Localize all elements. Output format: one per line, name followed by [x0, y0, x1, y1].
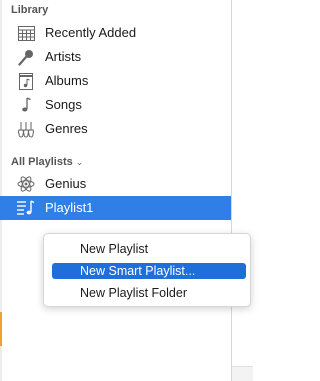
- music-note-icon: [17, 96, 35, 114]
- all-playlists-section-title[interactable]: All Playlists ⌄: [11, 156, 83, 168]
- chevron-down-icon: ⌄: [75, 156, 84, 167]
- sidebar-item-genres[interactable]: Genres: [0, 117, 231, 141]
- menu-item-new-smart-playlist[interactable]: New Smart Playlist...: [52, 263, 246, 279]
- main-content-pane: [232, 0, 253, 381]
- left-edge-accent: [0, 312, 2, 346]
- menu-item-new-playlist[interactable]: New Playlist: [52, 241, 246, 257]
- sidebar-item-label: Artists: [45, 49, 82, 64]
- guitars-icon: [17, 120, 35, 138]
- microphone-icon: [17, 48, 35, 66]
- sidebar-item-playlist1[interactable]: Playlist1: [0, 196, 231, 220]
- sidebar-item-songs[interactable]: Songs: [0, 93, 231, 117]
- sidebar-item-label: Albums: [45, 73, 89, 88]
- sidebar: Library Recently Added Artists Albums So…: [0, 0, 231, 381]
- library-section-title: Library: [11, 4, 48, 16]
- sidebar-item-label: Recently Added: [45, 25, 137, 40]
- menu-item-label: New Smart Playlist...: [80, 264, 196, 278]
- sidebar-item-label: Playlist1: [45, 200, 94, 215]
- playlist-icon: [17, 199, 35, 217]
- sidebar-item-label: Songs: [45, 97, 82, 112]
- grid-calendar-icon: [17, 24, 35, 42]
- all-playlists-title-text: All Playlists: [11, 156, 73, 168]
- atom-icon: [17, 175, 35, 193]
- sidebar-item-label: Genius: [45, 176, 87, 191]
- menu-item-label: New Playlist Folder: [80, 286, 187, 300]
- context-menu: New Playlist New Smart Playlist... New P…: [43, 233, 251, 307]
- album-icon: [17, 72, 35, 90]
- sidebar-item-artists[interactable]: Artists: [0, 45, 231, 69]
- sidebar-item-recently-added[interactable]: Recently Added: [0, 21, 231, 45]
- menu-item-label: New Playlist: [80, 242, 149, 256]
- library-title-text: Library: [11, 4, 49, 16]
- sidebar-item-label: Genres: [45, 121, 88, 136]
- sidebar-item-albums[interactable]: Albums: [0, 69, 231, 93]
- sidebar-item-genius[interactable]: Genius: [0, 172, 231, 196]
- menu-item-new-playlist-folder[interactable]: New Playlist Folder: [52, 285, 246, 301]
- horizontal-scrollbar[interactable]: [232, 366, 253, 381]
